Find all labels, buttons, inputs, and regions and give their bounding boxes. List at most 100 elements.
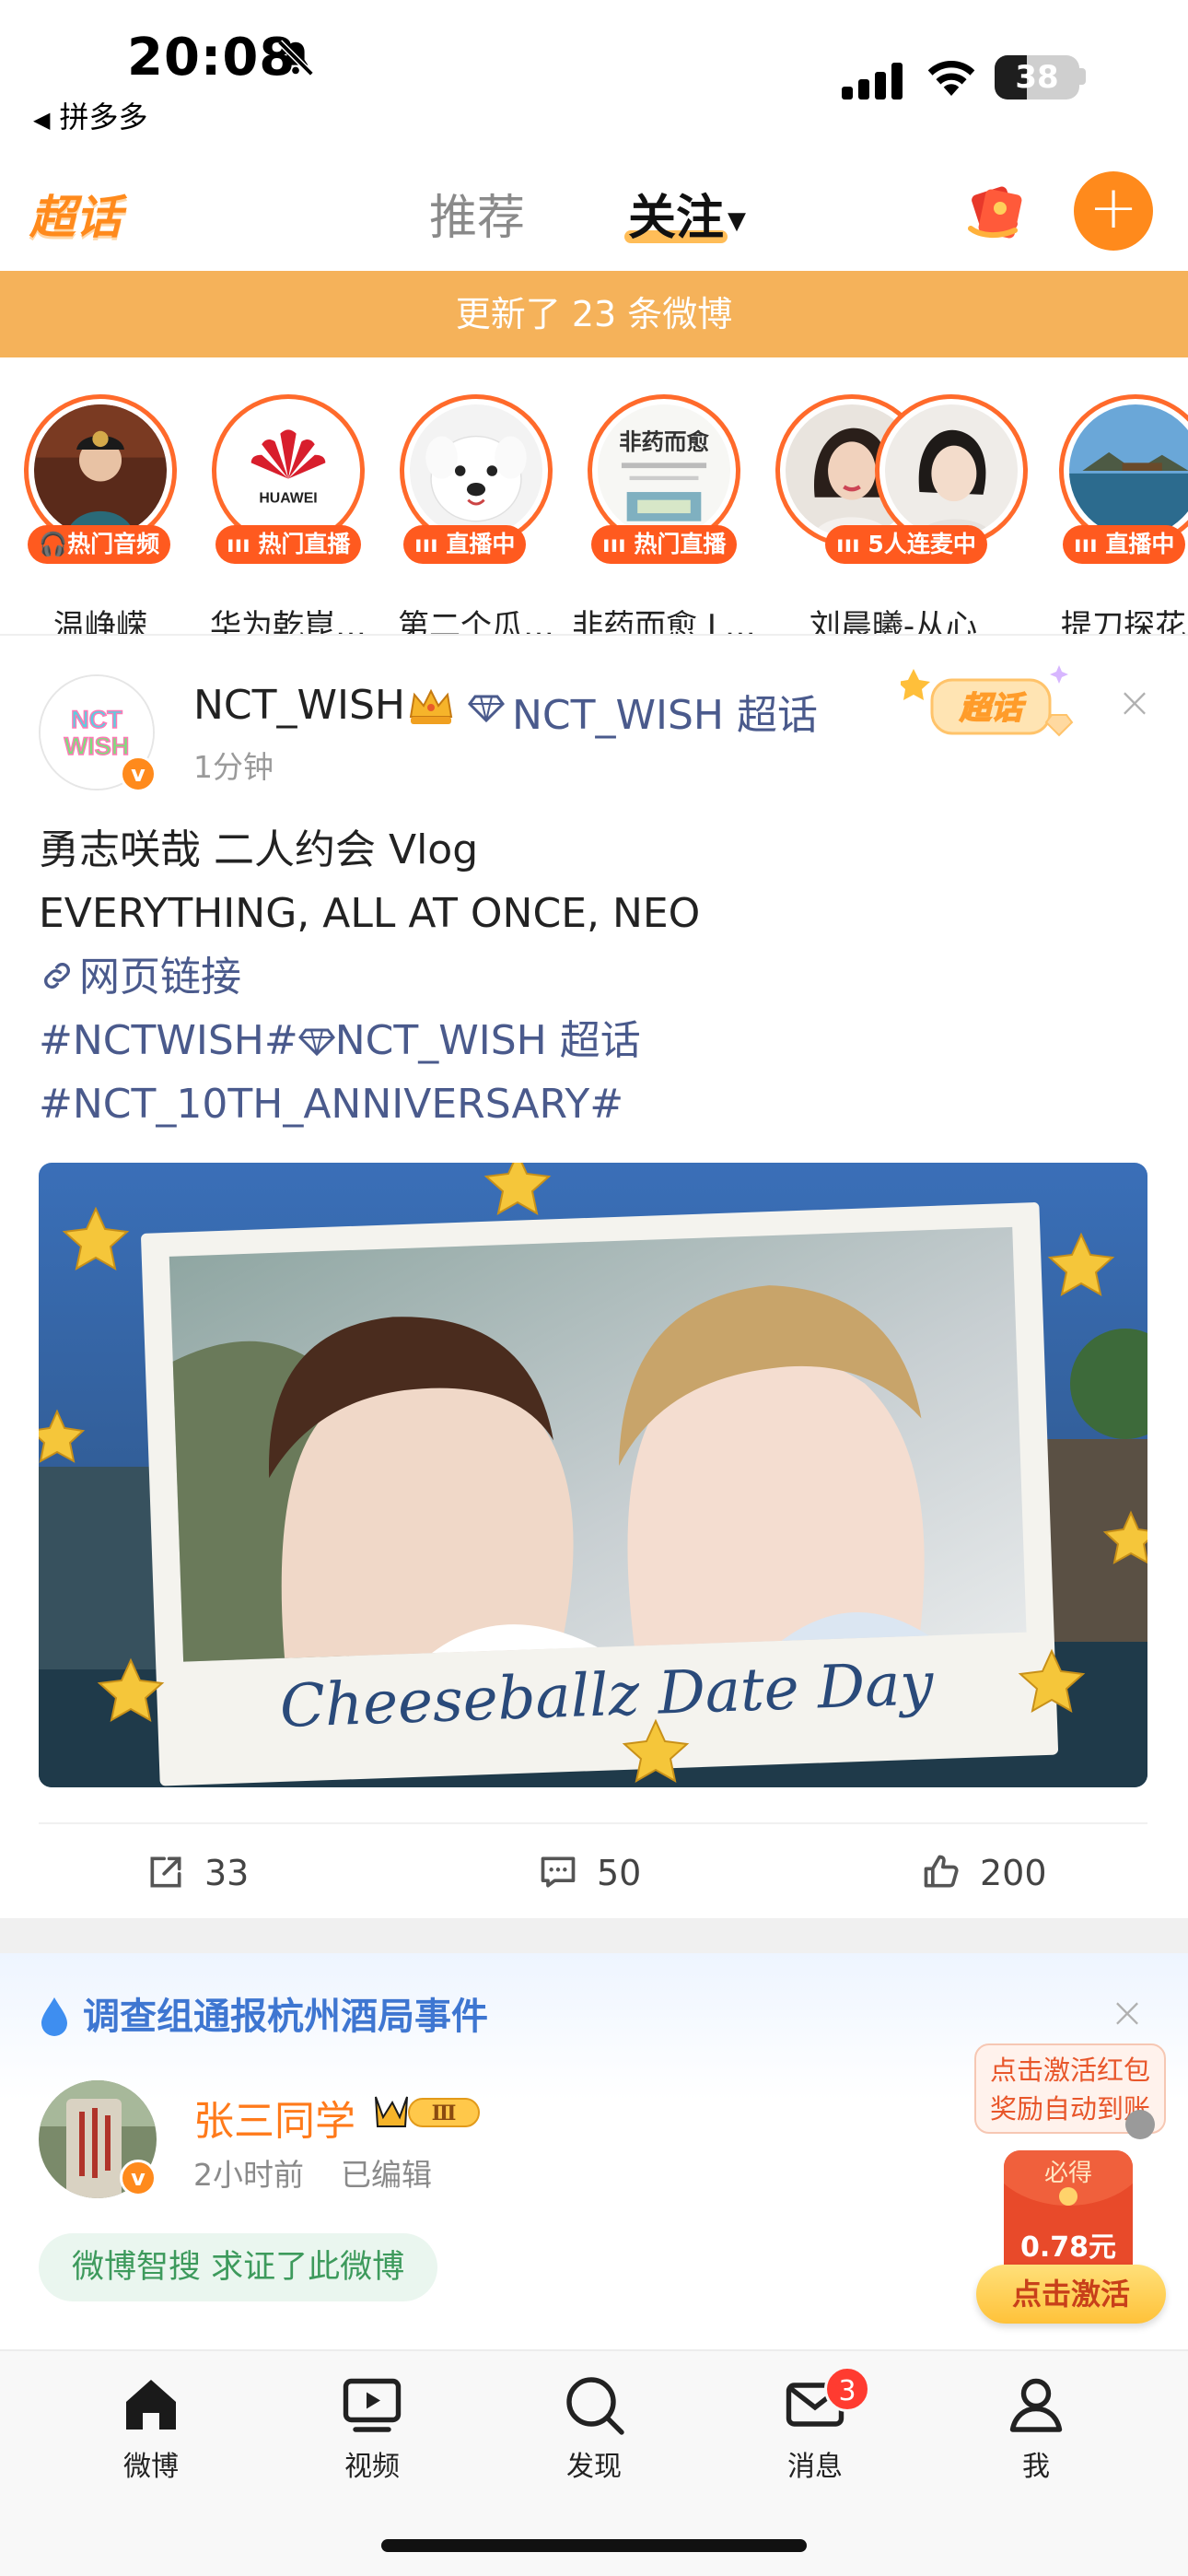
story-badge: ııı 直播中 — [1063, 525, 1186, 564]
live-bars-icon: ııı — [1074, 531, 1106, 557]
huawei-logo-text: HUAWEI — [259, 491, 317, 507]
vip-level-text: Ⅲ — [432, 2102, 457, 2125]
section-divider — [0, 1918, 1188, 1953]
water-drop-icon — [41, 1997, 67, 2036]
story-name: 第二个瓜… — [398, 608, 554, 634]
post-line: EVERYTHING, ALL AT ONCE, NEO — [39, 890, 701, 937]
comment-icon — [541, 1856, 576, 1888]
repost-count: 33 — [204, 1853, 250, 1893]
headphones-icon: 🎧 — [39, 531, 68, 557]
chaohua-sticker-icon[interactable]: 超话 — [901, 660, 1094, 752]
live-bars-icon: ııı — [602, 531, 635, 557]
tab-label: 消息 — [787, 2451, 843, 2483]
story-avatar — [1069, 404, 1188, 537]
activate-button[interactable]: 点击激活 — [976, 2265, 1166, 2324]
tab-follow[interactable]: 关注 ▼ — [628, 179, 746, 248]
wifi-icon — [927, 60, 975, 96]
back-triangle-icon: ◀ — [33, 107, 51, 133]
tab-label: 我 — [1022, 2451, 1050, 2483]
caret-down-icon: ▼ — [728, 207, 747, 235]
repost-button[interactable]: 33 — [146, 1852, 249, 1893]
hashtag-nctwish[interactable]: #NCTWISH# — [39, 1017, 298, 1064]
story-name: 提刀探花 — [1061, 608, 1186, 634]
story-badge-label: 直播中 — [1105, 531, 1175, 557]
hashtag-line[interactable]: #NCTWISH# NCT_WISH 超话 — [39, 1009, 1153, 1072]
promo-close-icon[interactable] — [1125, 2110, 1155, 2139]
live-stories-row: 🎧热门音频 温峥嵘 HUAWEI ııı 热门直播 华为乾崑… ııı 直播中 … — [0, 357, 1188, 634]
tab-recommend[interactable]: 推荐 — [429, 179, 525, 248]
promo-tooltip-line: 点击激活红包 — [989, 2055, 1150, 2086]
story-avatar: 非药而愈 — [598, 404, 730, 537]
search-icon — [566, 2377, 624, 2435]
story-badge-label: 5人连麦中 — [868, 531, 976, 557]
live-bars-icon: ııı — [836, 531, 868, 557]
vip-level-badge-icon: Ⅲ — [375, 2096, 480, 2127]
story-badge-label: 热门音频 — [67, 531, 160, 557]
live-bars-icon: ııı — [227, 531, 259, 557]
tab-video[interactable]: 视频 — [308, 2371, 437, 2484]
battery-cap — [1079, 68, 1086, 85]
tab-me[interactable]: 我 — [972, 2371, 1101, 2484]
story-badge: ııı 直播中 — [403, 525, 527, 564]
post-meta: 2小时前 已编辑 — [193, 2150, 432, 2195]
post-text: 勇志咲哉 二人约会 Vlog EVERYTHING, ALL AT ONCE, … — [39, 818, 1153, 1136]
reward-amount: 0.78元 — [1019, 2231, 1117, 2264]
diamond-icon — [468, 695, 505, 722]
story-avatar: HUAWEI — [222, 404, 355, 537]
story-name: 刘晨曦-从心 — [809, 608, 978, 634]
post-time: 2小时前 — [193, 2157, 304, 2193]
cellular-signal-icon — [842, 63, 903, 100]
tab-discover[interactable]: 发现 — [530, 2371, 658, 2484]
tab-label: 视频 — [344, 2451, 400, 2483]
tab-messages[interactable]: 消息 3 — [751, 2366, 879, 2484]
story-avatar — [34, 404, 167, 537]
web-link-label: 网页链接 — [79, 954, 241, 1001]
tab-home[interactable]: 微博 — [87, 2371, 215, 2484]
post-author-name[interactable]: NCT_WISH — [193, 682, 405, 729]
like-count: 200 — [980, 1853, 1047, 1893]
video-icon — [343, 2378, 402, 2432]
crown-icon — [409, 688, 453, 724]
post-card[interactable]: NCT WISH v NCT_WISH NCT_WISH 超话 1分钟 超话 ×… — [0, 636, 1188, 1918]
close-icon[interactable]: × — [1114, 681, 1155, 723]
thumbs-up-icon — [924, 1855, 959, 1888]
verified-badge-icon: v — [120, 755, 157, 792]
update-banner[interactable]: 更新了 23 条微博 — [0, 271, 1188, 357]
close-icon[interactable]: × — [1107, 1991, 1147, 2033]
comment-button[interactable]: 50 — [538, 1852, 641, 1893]
red-packet-icon[interactable] — [963, 181, 1028, 241]
back-to-app[interactable]: ◀ 拼多多 — [33, 94, 147, 136]
tab-label: 微博 — [123, 2451, 179, 2483]
story-badge: ııı 5人连麦中 — [825, 525, 987, 564]
add-button[interactable]: + — [1074, 171, 1153, 251]
ai-verify-chip[interactable]: 微博智搜 求证了此微博 — [39, 2233, 438, 2301]
story-badge: ııı 热门直播 — [215, 525, 362, 564]
chaohua-logo[interactable]: 超话 — [29, 181, 122, 247]
post-author-name[interactable]: 张三同学 — [193, 2088, 355, 2147]
web-link[interactable]: 网页链接 — [39, 945, 1153, 1009]
back-app-name: 拼多多 — [59, 100, 148, 135]
repost-icon — [150, 1856, 181, 1888]
unread-badge: 3 — [824, 2366, 870, 2412]
hot-topic-title: 调查组通报杭州酒局事件 — [83, 1996, 488, 2038]
hot-topic-banner[interactable]: 调查组通报杭州酒局事件 — [39, 1986, 488, 2040]
verified-badge-icon: v — [120, 2160, 157, 2196]
svg-text:WISH: WISH — [64, 732, 130, 760]
supertopic-link[interactable]: NCT_WISH 超话 — [512, 682, 818, 741]
hashtag-anniversary[interactable]: #NCT_10TH_ANNIVERSARY# — [39, 1072, 1153, 1136]
story-badge: 🎧热门音频 — [28, 525, 171, 564]
battery-level: 38 — [1015, 59, 1059, 96]
post-line: 勇志咲哉 二人约会 Vlog — [39, 826, 479, 873]
like-button[interactable]: 200 — [921, 1852, 1047, 1893]
story-name: 温峥嵘 — [53, 608, 147, 634]
post-image[interactable]: Cheeseballz Date Day — [39, 1163, 1147, 1787]
edited-label: 已编辑 — [341, 2157, 432, 2193]
story-name: 华为乾崑… — [210, 608, 367, 634]
post-time: 1分钟 — [193, 749, 274, 785]
hashtag-supertopic[interactable]: NCT_WISH 超话 — [335, 1017, 641, 1064]
status-time: 20:08 — [127, 28, 297, 88]
bell-muted-icon — [277, 40, 314, 76]
coin-icon — [1059, 2187, 1077, 2206]
story-badge-label: 热门直播 — [634, 531, 727, 557]
story-badge-label: 热门直播 — [258, 531, 351, 557]
